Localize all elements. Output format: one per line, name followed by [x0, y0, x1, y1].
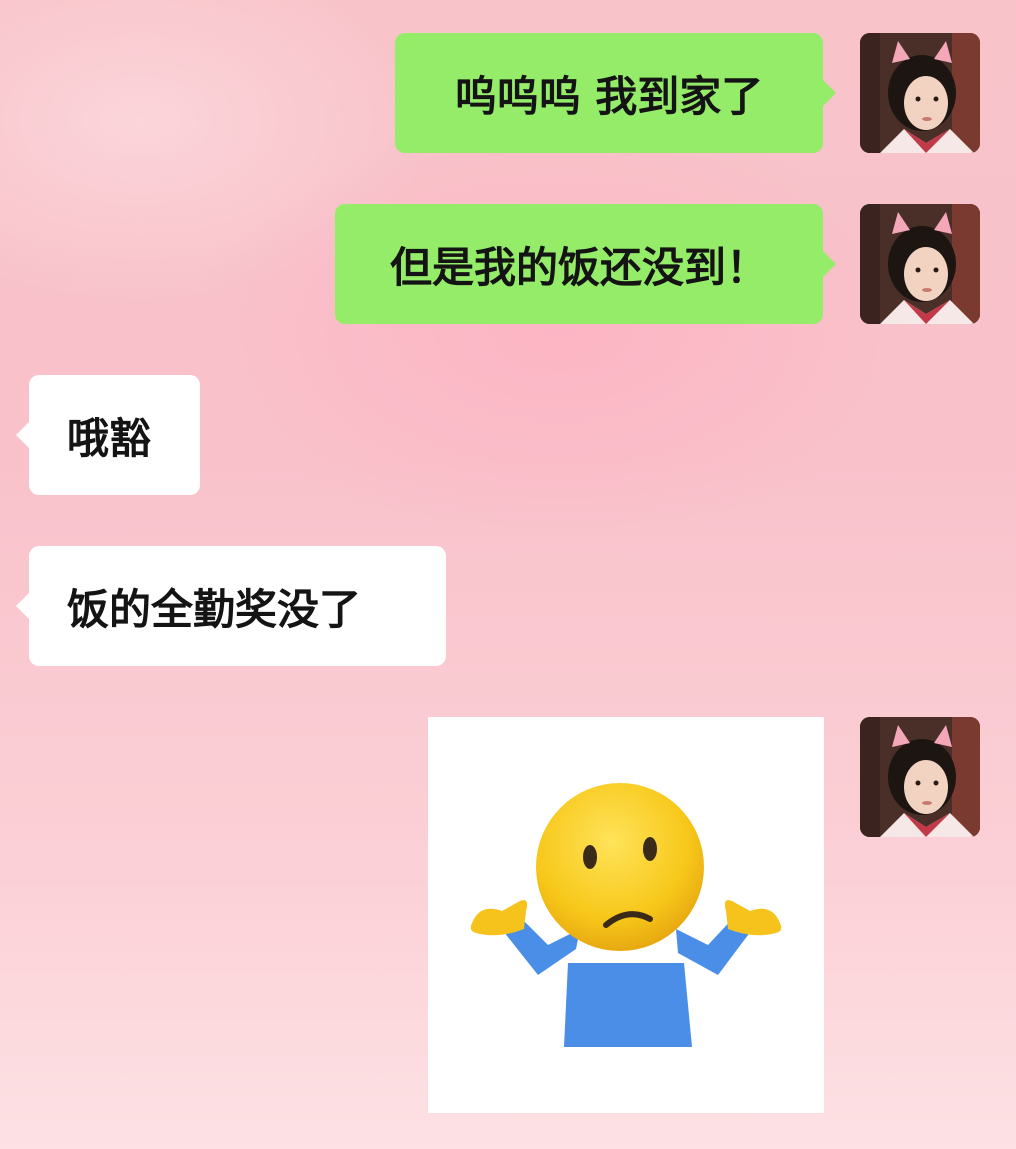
message-text: 哦豁: [67, 413, 152, 463]
sent-message-bubble[interactable]: 但是我的饭还没到！: [335, 204, 836, 324]
user-avatar[interactable]: [860, 204, 980, 324]
received-message-bubble[interactable]: 饭的全勤奖没了: [16, 546, 446, 666]
avatar-image: [860, 204, 980, 324]
sticker-message[interactable]: [428, 717, 824, 1113]
message-text: 饭的全勤奖没了: [67, 584, 362, 634]
user-avatar[interactable]: [860, 717, 980, 837]
message-text: 呜呜呜 我到家了: [454, 71, 764, 121]
user-avatar[interactable]: [860, 33, 980, 153]
message-text: 但是我的饭还没到！: [389, 242, 768, 292]
shrug-emoji-icon: [470, 783, 782, 1047]
avatar-image: [860, 717, 980, 837]
chat-area: 呜呜呜 我到家了 但是我的饭还没到！ 哦豁 饭的全勤奖没了: [0, 0, 1016, 1149]
received-message-bubble[interactable]: 哦豁: [16, 375, 200, 495]
sent-message-bubble[interactable]: 呜呜呜 我到家了: [395, 33, 836, 153]
avatar-image: [860, 33, 980, 153]
